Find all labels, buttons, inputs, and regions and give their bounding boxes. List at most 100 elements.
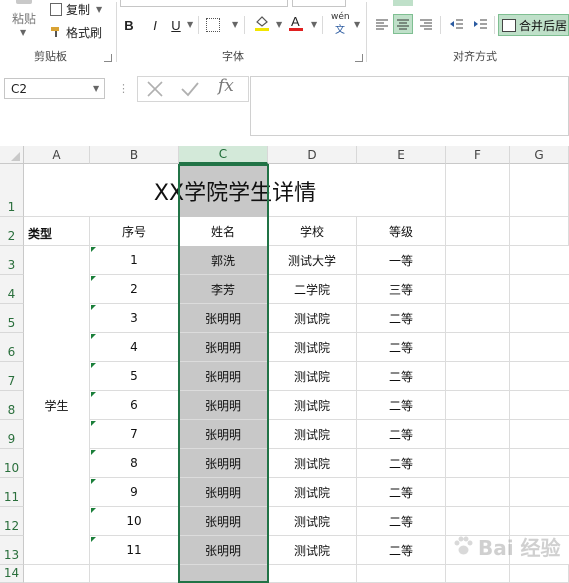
row-header-11[interactable]: 11 <box>0 478 24 507</box>
cell-grade[interactable]: 二等 <box>357 333 446 362</box>
underline-dropdown-icon[interactable]: ▼ <box>187 20 193 29</box>
cell-grade[interactable]: 二等 <box>357 304 446 333</box>
row-header-12[interactable]: 12 <box>0 507 24 536</box>
row-header-7[interactable]: 7 <box>0 362 24 391</box>
bold-button[interactable]: B <box>121 16 137 34</box>
name-box[interactable]: C2 ▼ <box>4 78 105 99</box>
cell-school[interactable]: 测试院 <box>268 333 357 362</box>
align-center-button[interactable] <box>393 14 413 34</box>
cell-g1[interactable] <box>510 164 569 217</box>
row-header-6[interactable]: 6 <box>0 333 24 362</box>
column-header-g[interactable]: G <box>510 146 569 164</box>
align-right-button[interactable] <box>418 16 434 32</box>
column-header-f[interactable]: F <box>446 146 510 164</box>
empty-columns-fg[interactable] <box>446 246 569 565</box>
cell-grade[interactable]: 二等 <box>357 420 446 449</box>
font-size-dropdown[interactable] <box>292 0 346 7</box>
cell-school[interactable]: 测试院 <box>268 536 357 565</box>
name-box-dropdown-icon[interactable]: ▼ <box>93 84 99 93</box>
cell-name[interactable]: 张明明 <box>179 362 268 391</box>
cell-grade[interactable]: 三等 <box>357 275 446 304</box>
cell-b14[interactable] <box>90 565 179 583</box>
underline-button[interactable]: U <box>168 16 184 34</box>
column-header-c[interactable]: C <box>179 146 268 164</box>
italic-button[interactable]: I <box>147 16 163 34</box>
cell-number[interactable]: 1 <box>90 246 179 275</box>
cell-number[interactable]: 10 <box>90 507 179 536</box>
borders-icon[interactable] <box>206 18 220 32</box>
fill-color-dropdown-icon[interactable]: ▼ <box>276 20 282 29</box>
cell-name[interactable]: 张明明 <box>179 304 268 333</box>
cell-name[interactable]: 郭洗 <box>179 246 268 275</box>
cell-name[interactable]: 张明明 <box>179 536 268 565</box>
cell-name[interactable]: 张明明 <box>179 333 268 362</box>
font-color-button[interactable]: A <box>288 14 304 32</box>
column-header-b[interactable]: B <box>90 146 179 164</box>
align-left-button[interactable] <box>374 16 390 32</box>
increase-indent-button[interactable] <box>472 16 488 32</box>
cell-g2[interactable] <box>510 217 569 246</box>
format-painter-button[interactable]: 格式刷 <box>50 22 102 42</box>
cell-grade[interactable]: 二等 <box>357 507 446 536</box>
row-header-3[interactable]: 3 <box>0 246 24 275</box>
cell-number[interactable]: 7 <box>90 420 179 449</box>
font-dialog-launcher-icon[interactable] <box>355 54 363 62</box>
column-header-d[interactable]: D <box>268 146 357 164</box>
cell-school[interactable]: 测试大学 <box>268 246 357 275</box>
cell-grade[interactable]: 二等 <box>357 449 446 478</box>
row-header-2[interactable]: 2 <box>0 217 24 246</box>
cell-school[interactable]: 测试院 <box>268 449 357 478</box>
column-header-e[interactable]: E <box>357 146 446 164</box>
cell-d14[interactable] <box>268 565 357 583</box>
cell-number[interactable]: 2 <box>90 275 179 304</box>
header-type[interactable]: 类型 <box>24 217 90 246</box>
enter-icon[interactable] <box>180 80 200 101</box>
cell-name[interactable]: 李芳 <box>179 275 268 304</box>
decrease-indent-button[interactable] <box>448 16 464 32</box>
cell-name[interactable]: 张明明 <box>179 420 268 449</box>
cell-number[interactable]: 3 <box>90 304 179 333</box>
header-school[interactable]: 学校 <box>268 217 357 246</box>
cell-grade[interactable]: 一等 <box>357 246 446 275</box>
insert-function-icon[interactable]: fx <box>218 76 234 96</box>
cell-grade[interactable]: 二等 <box>357 536 446 565</box>
clipboard-dialog-launcher-icon[interactable] <box>104 54 112 62</box>
cell-a14[interactable] <box>24 565 90 583</box>
paste-button[interactable]: 粘贴 ▼ <box>2 0 46 42</box>
row-header-10[interactable]: 10 <box>0 449 24 478</box>
row-header-14[interactable]: 14 <box>0 565 24 583</box>
cell-c14[interactable] <box>179 565 268 583</box>
cell-school[interactable]: 测试院 <box>268 362 357 391</box>
select-all-corner[interactable] <box>0 146 24 164</box>
cell-number[interactable]: 4 <box>90 333 179 362</box>
fill-color-icon[interactable] <box>254 14 270 32</box>
cell-name[interactable]: 张明明 <box>179 507 268 536</box>
row-header-4[interactable]: 4 <box>0 275 24 304</box>
cell-grade[interactable]: 二等 <box>357 478 446 507</box>
cell-school[interactable]: 测试院 <box>268 478 357 507</box>
cell-school[interactable]: 测试院 <box>268 304 357 333</box>
font-name-dropdown[interactable] <box>120 0 288 7</box>
cell-number[interactable]: 5 <box>90 362 179 391</box>
cell-name[interactable]: 张明明 <box>179 391 268 420</box>
cell-e14[interactable] <box>357 565 446 583</box>
cell-number[interactable]: 9 <box>90 478 179 507</box>
row-header-9[interactable]: 9 <box>0 420 24 449</box>
header-name[interactable]: 姓名 <box>179 217 268 246</box>
cell-school[interactable]: 二学院 <box>268 275 357 304</box>
sheet-title[interactable]: XX学院学生详情 <box>24 164 446 217</box>
row-header-5[interactable]: 5 <box>0 304 24 333</box>
cell-number[interactable]: 8 <box>90 449 179 478</box>
row-header-13[interactable]: 13 <box>0 536 24 565</box>
cell-number[interactable]: 6 <box>90 391 179 420</box>
header-number[interactable]: 序号 <box>90 217 179 246</box>
cell-grade[interactable]: 二等 <box>357 391 446 420</box>
cell-name[interactable]: 张明明 <box>179 449 268 478</box>
cancel-icon[interactable] <box>146 80 164 101</box>
cell-f2[interactable] <box>446 217 510 246</box>
column-header-a[interactable]: A <box>24 146 90 164</box>
phonetic-dropdown-icon[interactable]: ▼ <box>354 20 360 29</box>
cell-school[interactable]: 测试院 <box>268 391 357 420</box>
cell-number[interactable]: 11 <box>90 536 179 565</box>
formula-input[interactable] <box>250 76 569 136</box>
